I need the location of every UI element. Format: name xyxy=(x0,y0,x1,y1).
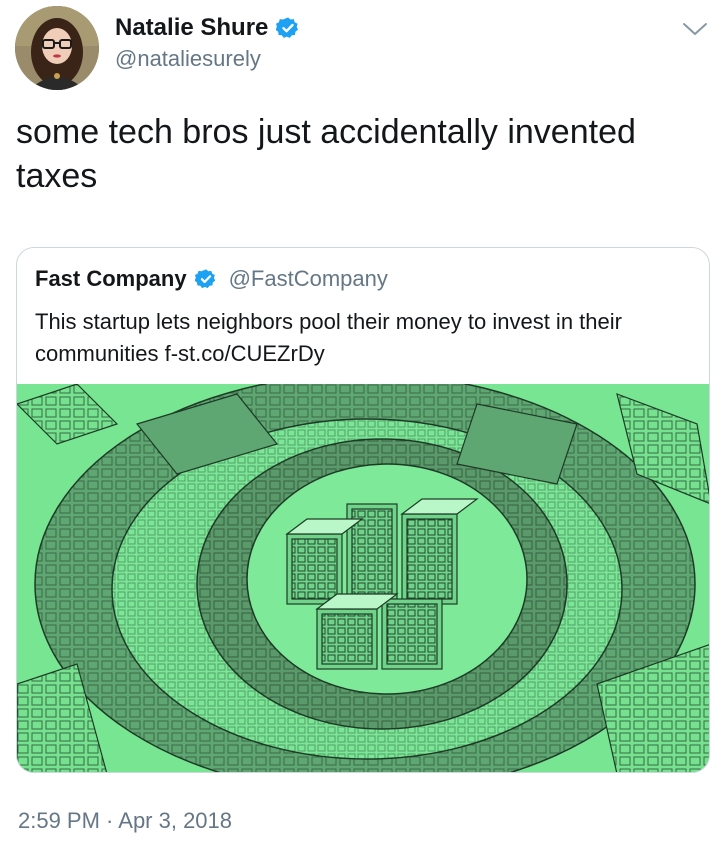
quoted-author-handle[interactable]: @FastCompany xyxy=(229,266,388,292)
tweet-timestamp[interactable]: 2:59 PM · Apr 3, 2018 xyxy=(18,808,232,834)
quoted-author-name[interactable]: Fast Company xyxy=(35,266,187,292)
verified-badge-icon xyxy=(194,269,215,289)
chevron-down-icon[interactable] xyxy=(680,14,710,44)
quoted-tweet-text: This startup lets neighbors pool their m… xyxy=(35,309,622,366)
author-name[interactable]: Natalie Shure xyxy=(115,14,300,42)
tweet-header: Natalie Shure @nataliesurely xyxy=(0,0,728,100)
quoted-tweet-card[interactable]: Fast Company @FastCompany This startup l… xyxy=(16,247,710,773)
author-name-text[interactable]: Natalie Shure xyxy=(115,14,268,42)
verified-badge-icon xyxy=(276,17,299,38)
quoted-tweet-image[interactable] xyxy=(17,373,709,772)
author-handle[interactable]: @nataliesurely xyxy=(115,46,261,72)
author-avatar[interactable] xyxy=(15,6,99,90)
tweet-text: some tech bros just accidentally invente… xyxy=(16,113,636,195)
quoted-tweet-header: Fast Company @FastCompany xyxy=(35,266,388,292)
